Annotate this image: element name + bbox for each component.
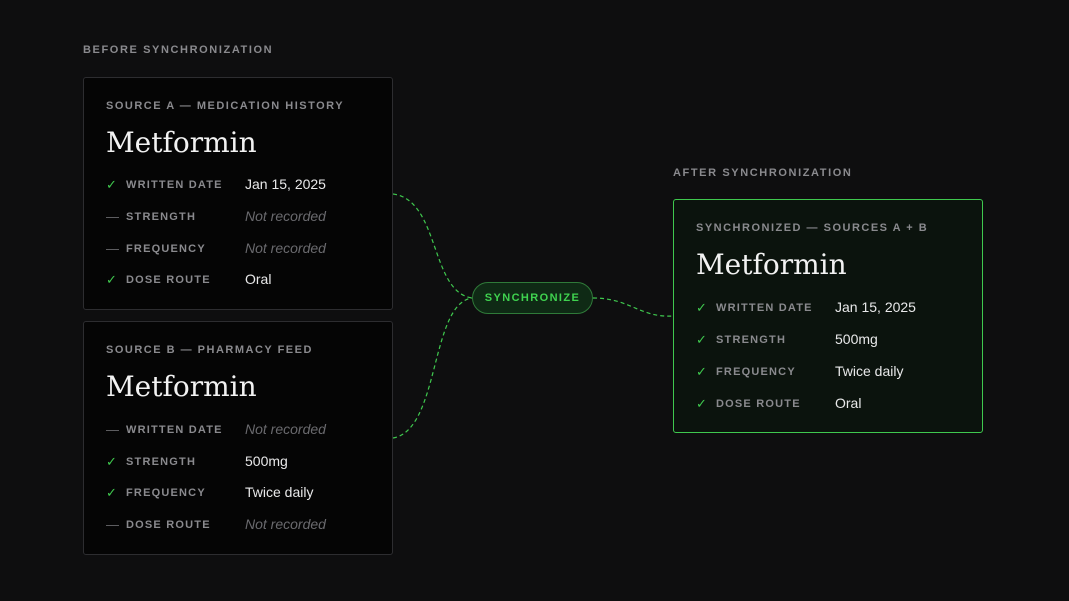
field-label: WRITTEN DATE xyxy=(126,179,223,191)
source-a-row-written-date: ✓ WRITTEN DATE Jan 15, 2025 xyxy=(106,175,386,195)
field-label: FREQUENCY xyxy=(716,366,796,378)
dash-icon: — xyxy=(106,422,119,437)
synchronized-row-strength: ✓ STRENGTH 500mg xyxy=(696,330,976,350)
dash-icon: — xyxy=(106,517,119,532)
dash-icon: — xyxy=(106,241,119,256)
field-value: Oral xyxy=(245,271,272,287)
field-label: DOSE ROUTE xyxy=(126,274,211,286)
check-icon: ✓ xyxy=(106,272,117,287)
check-icon: ✓ xyxy=(106,485,117,500)
field-label: DOSE ROUTE xyxy=(716,398,801,410)
field-label: STRENGTH xyxy=(126,211,197,223)
field-value: Not recorded xyxy=(245,208,326,224)
source-a-header: SOURCE A — MEDICATION HISTORY xyxy=(106,100,345,112)
field-value: Oral xyxy=(835,395,862,411)
source-b-row-written-date: — WRITTEN DATE Not recorded xyxy=(106,420,386,440)
field-label: STRENGTH xyxy=(126,456,197,468)
field-value: Jan 15, 2025 xyxy=(245,176,326,192)
source-b-header: SOURCE B — PHARMACY FEED xyxy=(106,344,313,356)
field-label: FREQUENCY xyxy=(126,243,206,255)
field-label: STRENGTH xyxy=(716,334,787,346)
field-label: WRITTEN DATE xyxy=(126,424,223,436)
field-value: 500mg xyxy=(835,331,878,347)
field-value: Not recorded xyxy=(245,240,326,256)
synchronize-button[interactable]: SYNCHRONIZE xyxy=(472,282,593,314)
field-label: WRITTEN DATE xyxy=(716,302,813,314)
source-a-row-dose-route: ✓ DOSE ROUTE Oral xyxy=(106,270,386,290)
field-value: Not recorded xyxy=(245,421,326,437)
source-a-row-strength: — STRENGTH Not recorded xyxy=(106,207,386,227)
field-value: 500mg xyxy=(245,453,288,469)
dash-icon: — xyxy=(106,209,119,224)
field-label: DOSE ROUTE xyxy=(126,519,211,531)
check-icon: ✓ xyxy=(696,332,707,347)
synchronized-row-frequency: ✓ FREQUENCY Twice daily xyxy=(696,362,976,382)
check-icon: ✓ xyxy=(696,300,707,315)
connector-output xyxy=(592,297,674,317)
check-icon: ✓ xyxy=(106,454,117,469)
source-b-card: SOURCE B — PHARMACY FEED Metformin — WRI… xyxy=(83,321,393,555)
source-b-row-dose-route: — DOSE ROUTE Not recorded xyxy=(106,515,386,535)
synchronized-title: Metformin xyxy=(696,248,847,281)
source-a-row-frequency: — FREQUENCY Not recorded xyxy=(106,239,386,259)
synchronized-card: SYNCHRONIZED — SOURCES A + B Metformin ✓… xyxy=(673,199,983,433)
check-icon: ✓ xyxy=(696,364,707,379)
synchronized-row-dose-route: ✓ DOSE ROUTE Oral xyxy=(696,394,976,414)
field-value: Twice daily xyxy=(835,363,904,379)
connector-source-a xyxy=(392,193,473,299)
source-a-card: SOURCE A — MEDICATION HISTORY Metformin … xyxy=(83,77,393,310)
source-a-title: Metformin xyxy=(106,126,257,159)
source-b-title: Metformin xyxy=(106,370,257,403)
synchronized-row-written-date: ✓ WRITTEN DATE Jan 15, 2025 xyxy=(696,298,976,318)
source-b-row-strength: ✓ STRENGTH 500mg xyxy=(106,452,386,472)
check-icon: ✓ xyxy=(106,177,117,192)
field-value: Not recorded xyxy=(245,516,326,532)
field-label: FREQUENCY xyxy=(126,487,206,499)
field-value: Twice daily xyxy=(245,484,314,500)
connector-source-b xyxy=(392,297,473,439)
check-icon: ✓ xyxy=(696,396,707,411)
source-b-row-frequency: ✓ FREQUENCY Twice daily xyxy=(106,483,386,503)
synchronized-header: SYNCHRONIZED — SOURCES A + B xyxy=(696,222,929,234)
field-value: Jan 15, 2025 xyxy=(835,299,916,315)
